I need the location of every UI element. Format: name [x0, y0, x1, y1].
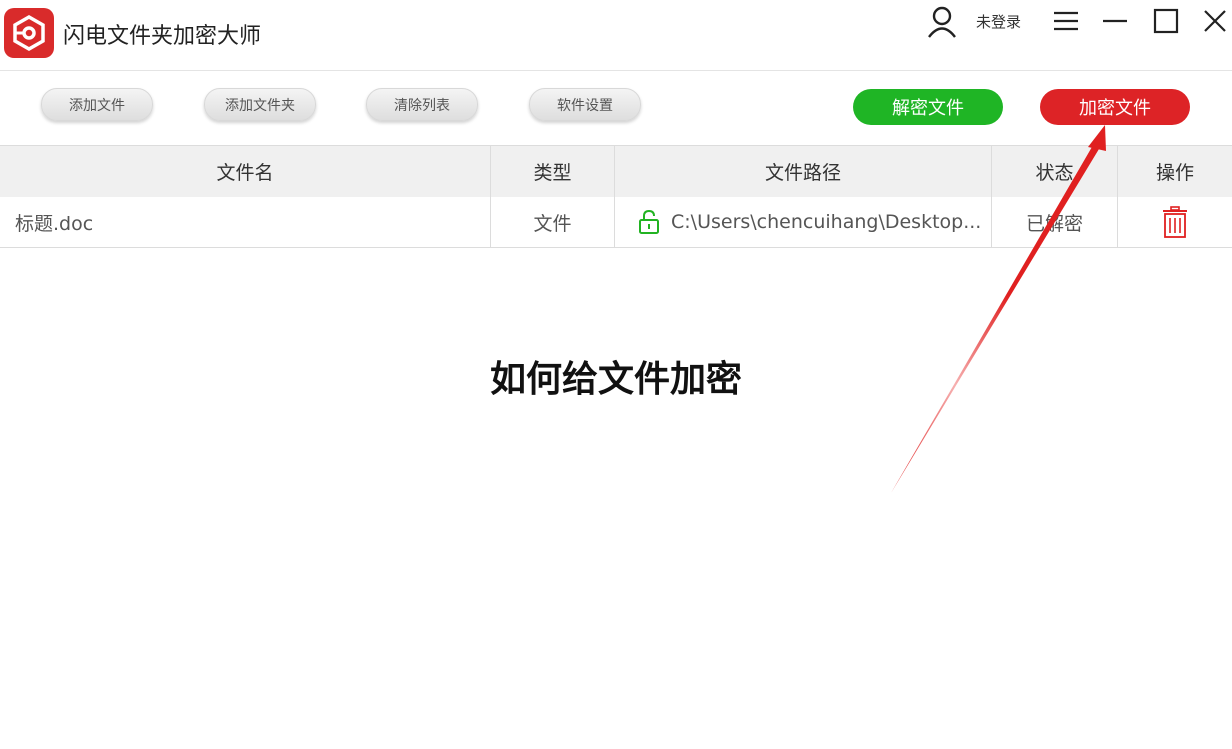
add-folder-button[interactable]: 添加文件夹	[204, 88, 316, 121]
file-path-cell: C:\Users\chencuihang\Desktop...	[615, 197, 992, 247]
action-cell	[1118, 197, 1232, 247]
decrypt-button[interactable]: 解密文件	[853, 89, 1003, 125]
menu-icon[interactable]	[1051, 6, 1081, 36]
table-header: 文件名 类型 文件路径 状态 操作	[0, 145, 1232, 198]
file-path: C:\Users\chencuihang\Desktop...	[671, 211, 982, 233]
settings-button[interactable]: 软件设置	[529, 88, 641, 121]
file-status: 已解密	[992, 197, 1118, 247]
column-header-status: 状态	[992, 146, 1118, 197]
clear-list-button[interactable]: 清除列表	[366, 88, 478, 121]
user-icon[interactable]	[924, 4, 960, 40]
column-header-name: 文件名	[0, 146, 491, 197]
unlock-icon	[639, 210, 659, 234]
add-file-button[interactable]: 添加文件	[41, 88, 153, 121]
login-status[interactable]: 未登录	[976, 11, 1021, 32]
close-icon[interactable]	[1200, 6, 1230, 36]
maximize-icon[interactable]	[1151, 6, 1181, 36]
title-bar: 闪电文件夹加密大师 未登录	[0, 0, 1232, 71]
file-name: 标题.doc	[0, 197, 491, 247]
trash-icon[interactable]	[1162, 206, 1188, 238]
table-row[interactable]: 标题.doc 文件 C:\Users\chencuihang\Desktop..…	[0, 197, 1232, 248]
app-title: 闪电文件夹加密大师	[63, 24, 262, 49]
encrypt-button[interactable]: 加密文件	[1040, 89, 1190, 125]
app-logo-icon	[4, 8, 54, 58]
column-header-action: 操作	[1155, 162, 1194, 184]
file-type: 文件	[491, 197, 615, 247]
minimize-icon[interactable]	[1100, 6, 1130, 36]
column-header-type: 类型	[491, 146, 615, 197]
overlay-caption: 如何给文件加密	[489, 359, 742, 400]
column-header-path: 文件路径	[615, 146, 992, 197]
